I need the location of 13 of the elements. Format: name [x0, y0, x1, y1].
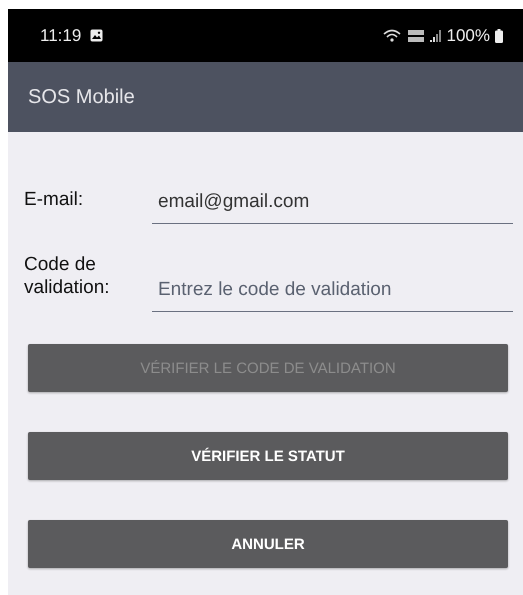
battery-text: 100%	[446, 26, 490, 46]
signal-icon	[430, 30, 442, 42]
app-title: SOS Mobile	[28, 86, 135, 108]
input-field[interactable]: Entrez le code de validation	[152, 279, 513, 312]
action-button[interactable]: VÉRIFIER LE STATUT	[28, 432, 508, 480]
wifi-icon	[382, 28, 402, 42]
field-label: Code de validation:	[24, 252, 111, 300]
field-label: E-mail:	[24, 188, 84, 212]
input-field[interactable]: email@gmail.com	[152, 191, 513, 224]
battery-icon	[495, 28, 503, 42]
action-button[interactable]: ANNULER	[28, 520, 508, 568]
status-time: 11:19	[40, 26, 82, 46]
image-icon	[90, 29, 104, 42]
